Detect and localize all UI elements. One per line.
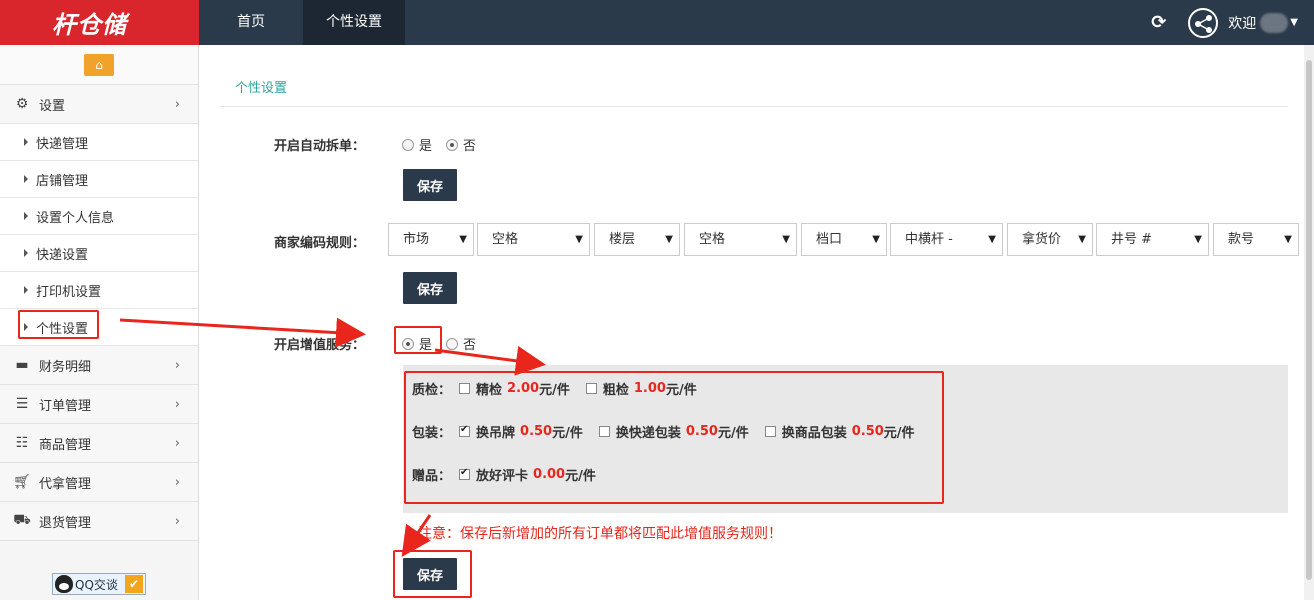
arrow-sidebar-to-radio (119, 317, 366, 348)
arrow-radio-to-panel (434, 345, 546, 376)
annotation-arrows (119, 317, 546, 557)
scrollbar-thumb[interactable] (1306, 60, 1312, 580)
arrow-to-save (401, 514, 432, 557)
